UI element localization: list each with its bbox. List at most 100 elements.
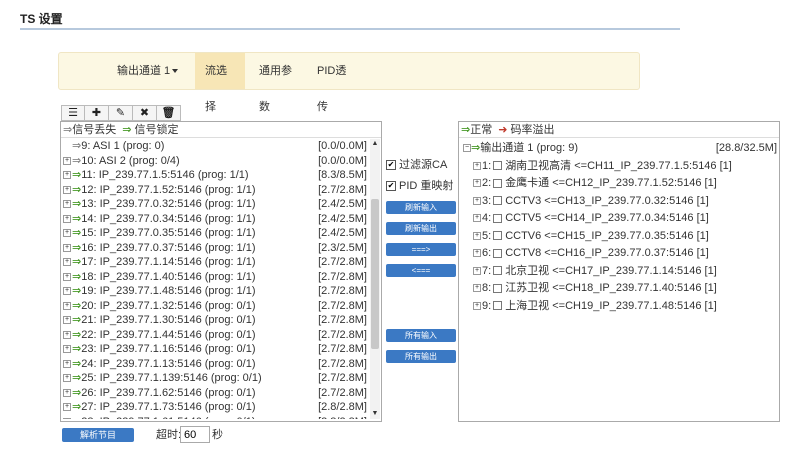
- list-icon[interactable]: ☰: [61, 105, 85, 121]
- input-stream-row[interactable]: + ⇒21: IP_239.77.1.30:5146 (prog: 0/1) [2.…: [63, 313, 369, 328]
- expand-icon[interactable]: +: [63, 258, 71, 267]
- expand-icon[interactable]: +: [63, 374, 71, 383]
- tab-output-channel[interactable]: 输出通道 1: [107, 53, 191, 89]
- expand-icon[interactable]: +: [63, 272, 71, 281]
- input-stream-row[interactable]: + ⇒17: IP_239.77.1.14:5146 (prog: 1/1) [2.…: [63, 255, 369, 270]
- program-checkbox[interactable]: [493, 231, 503, 241]
- input-stream-row[interactable]: + ⇒26: IP_239.77.1.62:5146 (prog: 0/1) [2.…: [63, 386, 369, 401]
- tab-stream-select[interactable]: 流选择: [195, 53, 245, 113]
- pid-remap-label: PID 重映射: [399, 180, 454, 192]
- arrow-gray-icon: ⇒: [72, 154, 82, 167]
- program-checkbox[interactable]: [493, 266, 503, 276]
- scroll-thumb[interactable]: [371, 199, 379, 349]
- trash-icon[interactable]: 🗑: [157, 105, 181, 121]
- input-legend: ⇒信号丢失 ⇒ 信号锁定: [61, 122, 381, 138]
- input-stream-row[interactable]: + ⇒16: IP_239.77.0.37:5146 (prog: 1/1) [2.…: [63, 241, 369, 256]
- all-input-button[interactable]: 所有输入: [386, 329, 456, 342]
- expand-icon[interactable]: +: [63, 200, 71, 209]
- tab-general-params[interactable]: 通用参数: [249, 53, 305, 113]
- filter-ca-checkbox[interactable]: ✔: [386, 160, 396, 171]
- expand-icon[interactable]: +: [63, 330, 71, 339]
- expand-icon[interactable]: +: [63, 171, 71, 180]
- expand-icon[interactable]: +: [63, 388, 71, 397]
- output-root-node[interactable]: − ⇒输出通道 1 (prog: 9) [28.8/32.5M]: [461, 140, 777, 158]
- scroll-up-icon[interactable]: ▲: [370, 139, 380, 149]
- program-checkbox[interactable]: [493, 213, 503, 223]
- program-checkbox[interactable]: [493, 178, 503, 188]
- input-stream-row[interactable]: ⇒9: ASI 1 (prog: 0) [0.0/0.0M]: [63, 139, 369, 154]
- output-program-row[interactable]: +9: 上海卫视 <=CH19_IP_239.77.1.48:5146 [1]: [461, 298, 777, 316]
- parse-programs-button[interactable]: 解析节目: [62, 428, 134, 442]
- output-program-row[interactable]: +2: 金鹰卡通 <=CH12_IP_239.77.1.52:5146 [1]: [461, 175, 777, 193]
- expand-icon[interactable]: +: [473, 214, 481, 223]
- output-program-row[interactable]: +6: CCTV8 <=CH16_IP_239.77.0.37:5146 [1]: [461, 245, 777, 263]
- refresh-output-button[interactable]: 刷新输出: [386, 222, 456, 235]
- input-scrollbar[interactable]: ▲ ▼: [370, 139, 380, 419]
- output-program-row[interactable]: +5: CCTV6 <=CH15_IP_239.77.0.35:5146 [1]: [461, 228, 777, 246]
- pencil-icon[interactable]: ✎: [109, 105, 133, 121]
- expand-icon[interactable]: +: [473, 249, 481, 258]
- all-output-button[interactable]: 所有输出: [386, 350, 456, 363]
- expand-icon[interactable]: +: [63, 229, 71, 238]
- expand-icon[interactable]: +: [473, 231, 481, 240]
- expand-icon[interactable]: +: [63, 243, 71, 252]
- expand-icon[interactable]: +: [473, 196, 481, 205]
- program-checkbox[interactable]: [493, 283, 503, 293]
- program-checkbox[interactable]: [493, 161, 503, 171]
- expand-icon[interactable]: +: [63, 316, 71, 325]
- output-program-row[interactable]: +8: 江苏卫视 <=CH18_IP_239.77.1.40:5146 [1]: [461, 280, 777, 298]
- expand-icon[interactable]: +: [63, 417, 71, 419]
- expand-icon[interactable]: +: [63, 214, 71, 223]
- expand-icon[interactable]: +: [473, 161, 481, 170]
- output-program-row[interactable]: +4: CCTV5 <=CH14_IP_239.77.0.34:5146 [1]: [461, 210, 777, 228]
- expand-icon[interactable]: +: [63, 345, 71, 354]
- filter-ca-option[interactable]: ✔ 过滤源CA: [386, 158, 456, 172]
- program-checkbox[interactable]: [493, 196, 503, 206]
- expand-icon[interactable]: +: [63, 185, 71, 194]
- input-stream-row[interactable]: + ⇒13: IP_239.77.0.32:5146 (prog: 1/1) [2.…: [63, 197, 369, 212]
- pid-remap-checkbox[interactable]: ✔: [386, 181, 396, 192]
- input-stream-row[interactable]: + ⇒23: IP_239.77.1.16:5146 (prog: 0/1) [2.…: [63, 342, 369, 357]
- input-stream-row[interactable]: + ⇒22: IP_239.77.1.44:5146 (prog: 0/1) [2.…: [63, 328, 369, 343]
- input-stream-row[interactable]: + ⇒20: IP_239.77.1.32:5146 (prog: 0/1) [2.…: [63, 299, 369, 314]
- expand-icon[interactable]: +: [63, 359, 71, 368]
- input-stream-rate: [2.7/2.8M]: [318, 357, 367, 370]
- expand-icon[interactable]: +: [473, 284, 481, 293]
- input-stream-row[interactable]: + ⇒27: IP_239.77.1.73:5146 (prog: 0/1) [2.…: [63, 400, 369, 415]
- expand-icon[interactable]: +: [63, 403, 71, 412]
- output-program-row[interactable]: +1: 湖南卫视高清 <=CH11_IP_239.77.1.5:5146 [1]: [461, 158, 777, 176]
- timeout-input[interactable]: [180, 426, 210, 443]
- arrow-green-icon: ⇒: [72, 169, 82, 181]
- arrow-green-icon: ⇒: [72, 328, 82, 341]
- tab-pid-passthrough[interactable]: PID透传: [307, 53, 357, 113]
- input-stream-row[interactable]: + ⇒12: IP_239.77.1.52:5146 (prog: 1/1) [2.…: [63, 183, 369, 198]
- scroll-down-icon[interactable]: ▼: [370, 409, 380, 419]
- expand-icon[interactable]: +: [473, 266, 481, 275]
- expand-icon[interactable]: +: [473, 301, 481, 310]
- input-stream-row[interactable]: + ⇒15: IP_239.77.0.35:5146 (prog: 1/1) [2.…: [63, 226, 369, 241]
- input-stream-row[interactable]: + ⇒19: IP_239.77.1.48:5146 (prog: 1/1) [2.…: [63, 284, 369, 299]
- output-program-row[interactable]: +3: CCTV3 <=CH13_IP_239.77.0.32:5146 [1]: [461, 193, 777, 211]
- input-stream-row[interactable]: + ⇒25: IP_239.77.1.139:5146 (prog: 0/1) [2…: [63, 371, 369, 386]
- expand-icon[interactable]: +: [63, 301, 71, 310]
- expand-icon[interactable]: +: [63, 287, 71, 296]
- expand-icon[interactable]: +: [473, 179, 481, 188]
- input-stream-row[interactable]: + ⇒18: IP_239.77.1.40:5146 (prog: 1/1) [2.…: [63, 270, 369, 285]
- input-stream-row[interactable]: + ⇒11: IP_239.77.1.5:5146 (prog: 1/1) [8.3…: [63, 168, 369, 183]
- input-stream-row[interactable]: + ⇒24: IP_239.77.1.13:5146 (prog: 0/1) [2.…: [63, 357, 369, 372]
- arrow-green-icon: ⇒: [72, 343, 82, 355]
- refresh-input-button[interactable]: 刷新输入: [386, 201, 456, 214]
- output-program-row[interactable]: +7: 北京卫视 <=CH17_IP_239.77.1.14:5146 [1]: [461, 263, 777, 281]
- plus-icon[interactable]: ✚: [85, 105, 109, 121]
- input-stream-row[interactable]: + ⇒10: ASI 2 (prog: 0/4) [0.0/0.0M]: [63, 154, 369, 169]
- program-checkbox[interactable]: [493, 301, 503, 311]
- input-stream-row[interactable]: + ⇒14: IP_239.77.0.34:5146 (prog: 1/1) [2.…: [63, 212, 369, 227]
- remove-from-output-button[interactable]: <===: [386, 264, 456, 277]
- expand-icon[interactable]: +: [63, 156, 71, 165]
- add-to-output-button[interactable]: ===>: [386, 243, 456, 256]
- pid-remap-option[interactable]: ✔ PID 重映射: [386, 179, 456, 193]
- input-stream-row[interactable]: +⇒28: IP_239.77.1.61:5146 (prog: 0/1) [2.…: [63, 415, 369, 419]
- close-icon[interactable]: ✖: [133, 105, 157, 121]
- collapse-icon[interactable]: −: [463, 144, 471, 153]
- program-checkbox[interactable]: [493, 248, 503, 258]
